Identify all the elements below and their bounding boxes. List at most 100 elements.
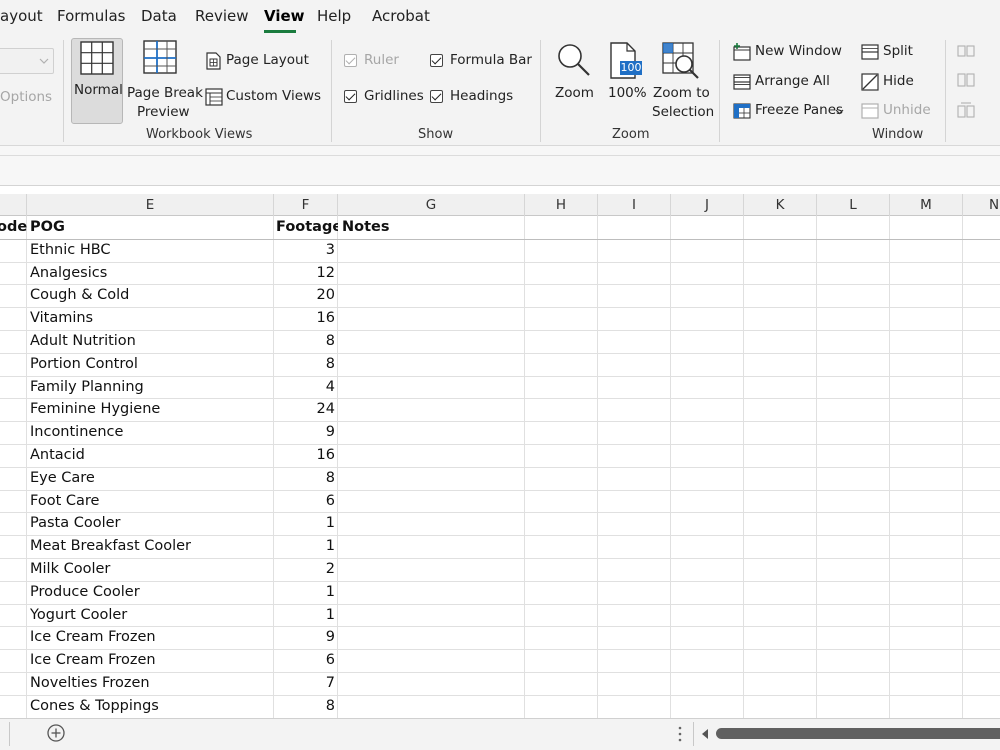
unhide-icon [861, 103, 879, 119]
column-header-e[interactable]: E [27, 194, 274, 216]
scroll-left-arrow-icon[interactable] [701, 728, 709, 740]
footage-cell[interactable]: 6 [274, 649, 335, 671]
pog-cell[interactable]: Family Planning [30, 376, 270, 398]
tab-review[interactable]: Review [195, 7, 249, 25]
footage-cell[interactable]: 8 [274, 330, 335, 352]
footage-cell[interactable]: 16 [274, 307, 335, 329]
tab-page-layout[interactable]: ayout [0, 7, 43, 25]
hide-button[interactable]: Hide [860, 72, 930, 94]
pog-cell[interactable]: Cones & Toppings [30, 695, 270, 717]
tab-formulas[interactable]: Formulas [57, 7, 125, 25]
reset-window-position-icon[interactable] [957, 102, 975, 118]
footage-cell[interactable]: 9 [274, 421, 335, 443]
footage-cell[interactable]: 9 [274, 626, 335, 648]
pog-cell[interactable]: Antacid [30, 444, 270, 466]
footage-cell[interactable]: 8 [274, 695, 335, 717]
header-cell-notes[interactable]: Notes [342, 216, 522, 238]
column-header-l[interactable]: L [817, 194, 890, 216]
pog-cell[interactable]: Portion Control [30, 353, 270, 375]
pog-cell[interactable]: Produce Cooler [30, 581, 270, 603]
horizontal-scrollbar-thumb[interactable] [716, 728, 1000, 739]
freeze-panes-label: Freeze Panes [755, 102, 844, 118]
column-header-g[interactable]: G [338, 194, 525, 216]
options-label[interactable]: Options [0, 89, 52, 105]
normal-view-button[interactable]: Normal [71, 38, 123, 124]
pog-cell[interactable]: Adult Nutrition [30, 330, 270, 352]
tab-help[interactable]: Help [317, 7, 351, 25]
group-separator [719, 40, 720, 142]
pog-cell[interactable]: Feminine Hygiene [30, 398, 270, 420]
add-sheet-icon[interactable] [46, 723, 66, 743]
gridlines-checkbox[interactable]: Gridlines [343, 88, 424, 108]
header-cell-footage[interactable]: Footage [276, 216, 338, 238]
footage-cell[interactable]: 7 [274, 672, 335, 694]
footage-cell[interactable]: 1 [274, 535, 335, 557]
footage-cell[interactable]: 1 [274, 581, 335, 603]
column-header-n[interactable]: N [963, 194, 1000, 216]
column-header-k[interactable]: K [744, 194, 817, 216]
pog-cell[interactable]: Incontinence [30, 421, 270, 443]
pog-cell[interactable]: Foot Care [30, 490, 270, 512]
column-header-m[interactable]: M [890, 194, 963, 216]
pog-cell[interactable]: Ice Cream Frozen [30, 626, 270, 648]
worksheet-grid[interactable]: ode POG Footage Notes Ethnic HBC 3 Analgesics 1… [0, 216, 1000, 718]
view-side-by-side-icon[interactable] [957, 44, 975, 58]
zoom-to-selection-button[interactable]: Zoom to Selection [650, 38, 714, 122]
pog-cell[interactable]: Cough & Cold [30, 284, 270, 306]
column-header-i[interactable]: I [598, 194, 671, 216]
footage-cell[interactable]: 12 [274, 262, 335, 284]
pog-cell[interactable]: Eye Care [30, 467, 270, 489]
header-cell-code[interactable]: ode [0, 216, 27, 238]
more-options-icon[interactable] [677, 725, 683, 743]
ruler-check-icon [344, 54, 357, 67]
split-button[interactable]: Split [860, 42, 930, 64]
headings-checkbox[interactable]: Headings [429, 88, 514, 108]
window-group-title: Window [872, 127, 924, 142]
zoom-button[interactable]: Zoom [551, 38, 597, 122]
tab-view[interactable]: View [264, 7, 305, 25]
new-window-button[interactable]: New Window [731, 42, 842, 64]
pog-cell[interactable]: Meat Breakfast Cooler [30, 535, 270, 557]
footage-cell[interactable]: 16 [274, 444, 335, 466]
tab-data[interactable]: Data [141, 7, 177, 25]
footage-cell[interactable]: 8 [274, 467, 335, 489]
arrange-all-button[interactable]: Arrange All [731, 72, 831, 94]
footage-cell[interactable]: 8 [274, 353, 335, 375]
menu-bar: ayout Formulas Data Review View Help Acr… [0, 0, 1000, 34]
pog-cell[interactable]: Analgesics [30, 262, 270, 284]
custom-views-button[interactable]: Custom Views [204, 87, 321, 109]
unhide-button[interactable]: Unhide [860, 101, 940, 123]
footage-cell[interactable]: 20 [274, 284, 335, 306]
page-layout-label: Page Layout [226, 52, 309, 68]
footage-cell[interactable]: 2 [274, 558, 335, 580]
pog-cell[interactable]: Milk Cooler [30, 558, 270, 580]
sheet-tab-bar [0, 718, 1000, 750]
page-layout-button[interactable]: Page Layout [204, 51, 314, 73]
formula-bar-checkbox[interactable]: Formula Bar [429, 52, 532, 72]
footage-cell[interactable]: 3 [274, 239, 335, 261]
formula-input[interactable] [0, 157, 1000, 185]
ruler-checkbox[interactable]: Ruler [343, 52, 403, 72]
column-header-f[interactable]: F [274, 194, 338, 216]
freeze-panes-button[interactable]: Freeze Panes [731, 101, 846, 123]
footage-cell[interactable]: 6 [274, 490, 335, 512]
footage-cell[interactable]: 4 [274, 376, 335, 398]
header-cell-pog[interactable]: POG [30, 216, 270, 238]
pog-cell[interactable]: Pasta Cooler [30, 512, 270, 534]
footage-cell[interactable]: 1 [274, 512, 335, 534]
sheet-view-dropdown[interactable] [0, 48, 54, 74]
pog-cell[interactable]: Ethnic HBC [30, 239, 270, 261]
synchronous-scrolling-icon[interactable] [957, 72, 975, 88]
footage-cell[interactable]: 1 [274, 604, 335, 626]
pog-cell[interactable]: Yogurt Cooler [30, 604, 270, 626]
column-header-h[interactable]: H [525, 194, 598, 216]
pog-cell[interactable]: Vitamins [30, 307, 270, 329]
column-header-j[interactable]: J [671, 194, 744, 216]
column-header-d-partial[interactable] [0, 194, 27, 216]
tab-acrobat[interactable]: Acrobat [372, 7, 430, 25]
zoom-100-button[interactable]: 100 100% [604, 38, 647, 122]
pog-cell[interactable]: Ice Cream Frozen [30, 649, 270, 671]
pog-cell[interactable]: Novelties Frozen [30, 672, 270, 694]
page-break-preview-button[interactable]: Page Break Preview [126, 38, 203, 122]
footage-cell[interactable]: 24 [274, 398, 335, 420]
